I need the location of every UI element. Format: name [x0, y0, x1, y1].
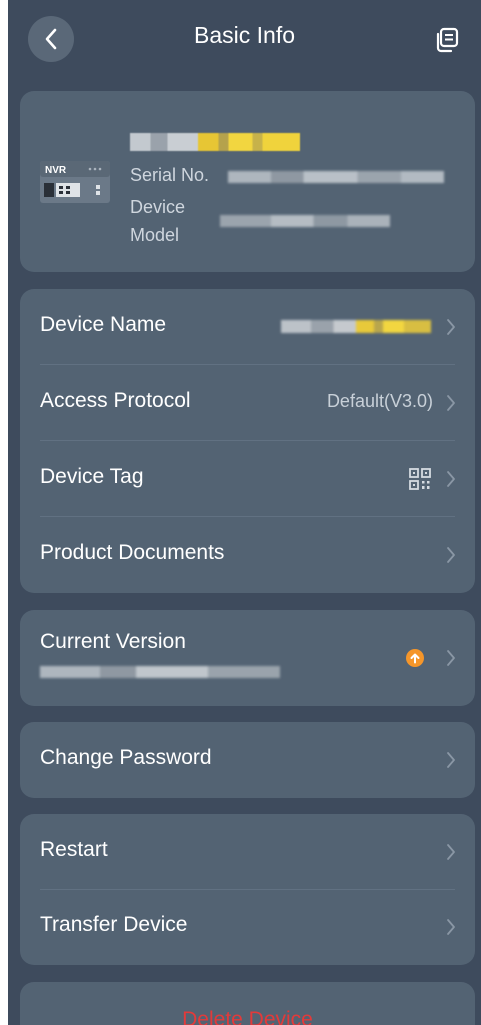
device-name-redacted [130, 133, 300, 151]
page-title: Basic Info [194, 22, 295, 48]
version-number-redacted [40, 666, 280, 678]
copy-button[interactable] [433, 26, 461, 54]
restart-row[interactable]: Restart [20, 814, 475, 890]
serial-number-redacted [228, 171, 444, 183]
window-edge [0, 0, 8, 1025]
device-name-row[interactable]: Device Name [20, 289, 475, 365]
access-protocol-label: Access Protocol [40, 389, 191, 412]
device-tag-row[interactable]: Device Tag [20, 441, 475, 517]
serial-label: Serial No. [130, 165, 210, 185]
copy-icon [436, 27, 459, 53]
chevron-right-icon [447, 547, 455, 563]
restart-label: Restart [40, 838, 108, 861]
access-protocol-row[interactable]: Access Protocol Default(V3.0) [20, 365, 475, 441]
change-password-card: Change Password [20, 722, 475, 798]
app-screen: Basic Info NVR Serial No. Device Model D… [8, 0, 481, 1025]
nvr-device-icon: NVR [40, 161, 110, 203]
model-label-line2: Model [130, 225, 180, 245]
transfer-device-label: Transfer Device [40, 913, 188, 936]
device-info-card: NVR Serial No. Device Model [20, 91, 475, 272]
model-label-line1: Device [130, 197, 186, 217]
header: Basic Info [8, 8, 481, 68]
transfer-device-row[interactable]: Transfer Device [20, 889, 475, 965]
current-version-label: Current Version [40, 630, 186, 653]
settings-card: Device Name Access Protocol Default(V3.0… [20, 289, 475, 593]
chevron-right-icon [447, 319, 455, 335]
chevron-right-icon [447, 844, 455, 860]
product-documents-label: Product Documents [40, 541, 225, 564]
product-documents-row[interactable]: Product Documents [20, 517, 475, 593]
delete-device-button[interactable]: Delete Device [20, 1008, 475, 1025]
device-tag-label: Device Tag [40, 465, 144, 488]
nvr-badge-text: NVR [45, 165, 67, 176]
delete-device-card[interactable]: Delete Device [20, 982, 475, 1025]
maintenance-card: Restart Transfer Device [20, 814, 475, 965]
access-protocol-value: Default(V3.0) [326, 391, 433, 411]
update-available-icon [406, 649, 424, 667]
device-name-label: Device Name [40, 313, 167, 336]
chevron-right-icon [447, 395, 455, 411]
chevron-right-icon [447, 919, 455, 935]
current-version-card[interactable]: Current Version [20, 610, 475, 706]
change-password-label: Change Password [40, 746, 212, 769]
change-password-row[interactable]: Change Password [20, 722, 475, 798]
device-name-value-redacted [281, 320, 431, 333]
chevron-right-icon [447, 752, 455, 768]
chevron-right-icon [447, 650, 455, 666]
chevron-right-icon [447, 471, 455, 487]
qr-code-icon [409, 468, 431, 490]
device-model-redacted [220, 215, 390, 227]
